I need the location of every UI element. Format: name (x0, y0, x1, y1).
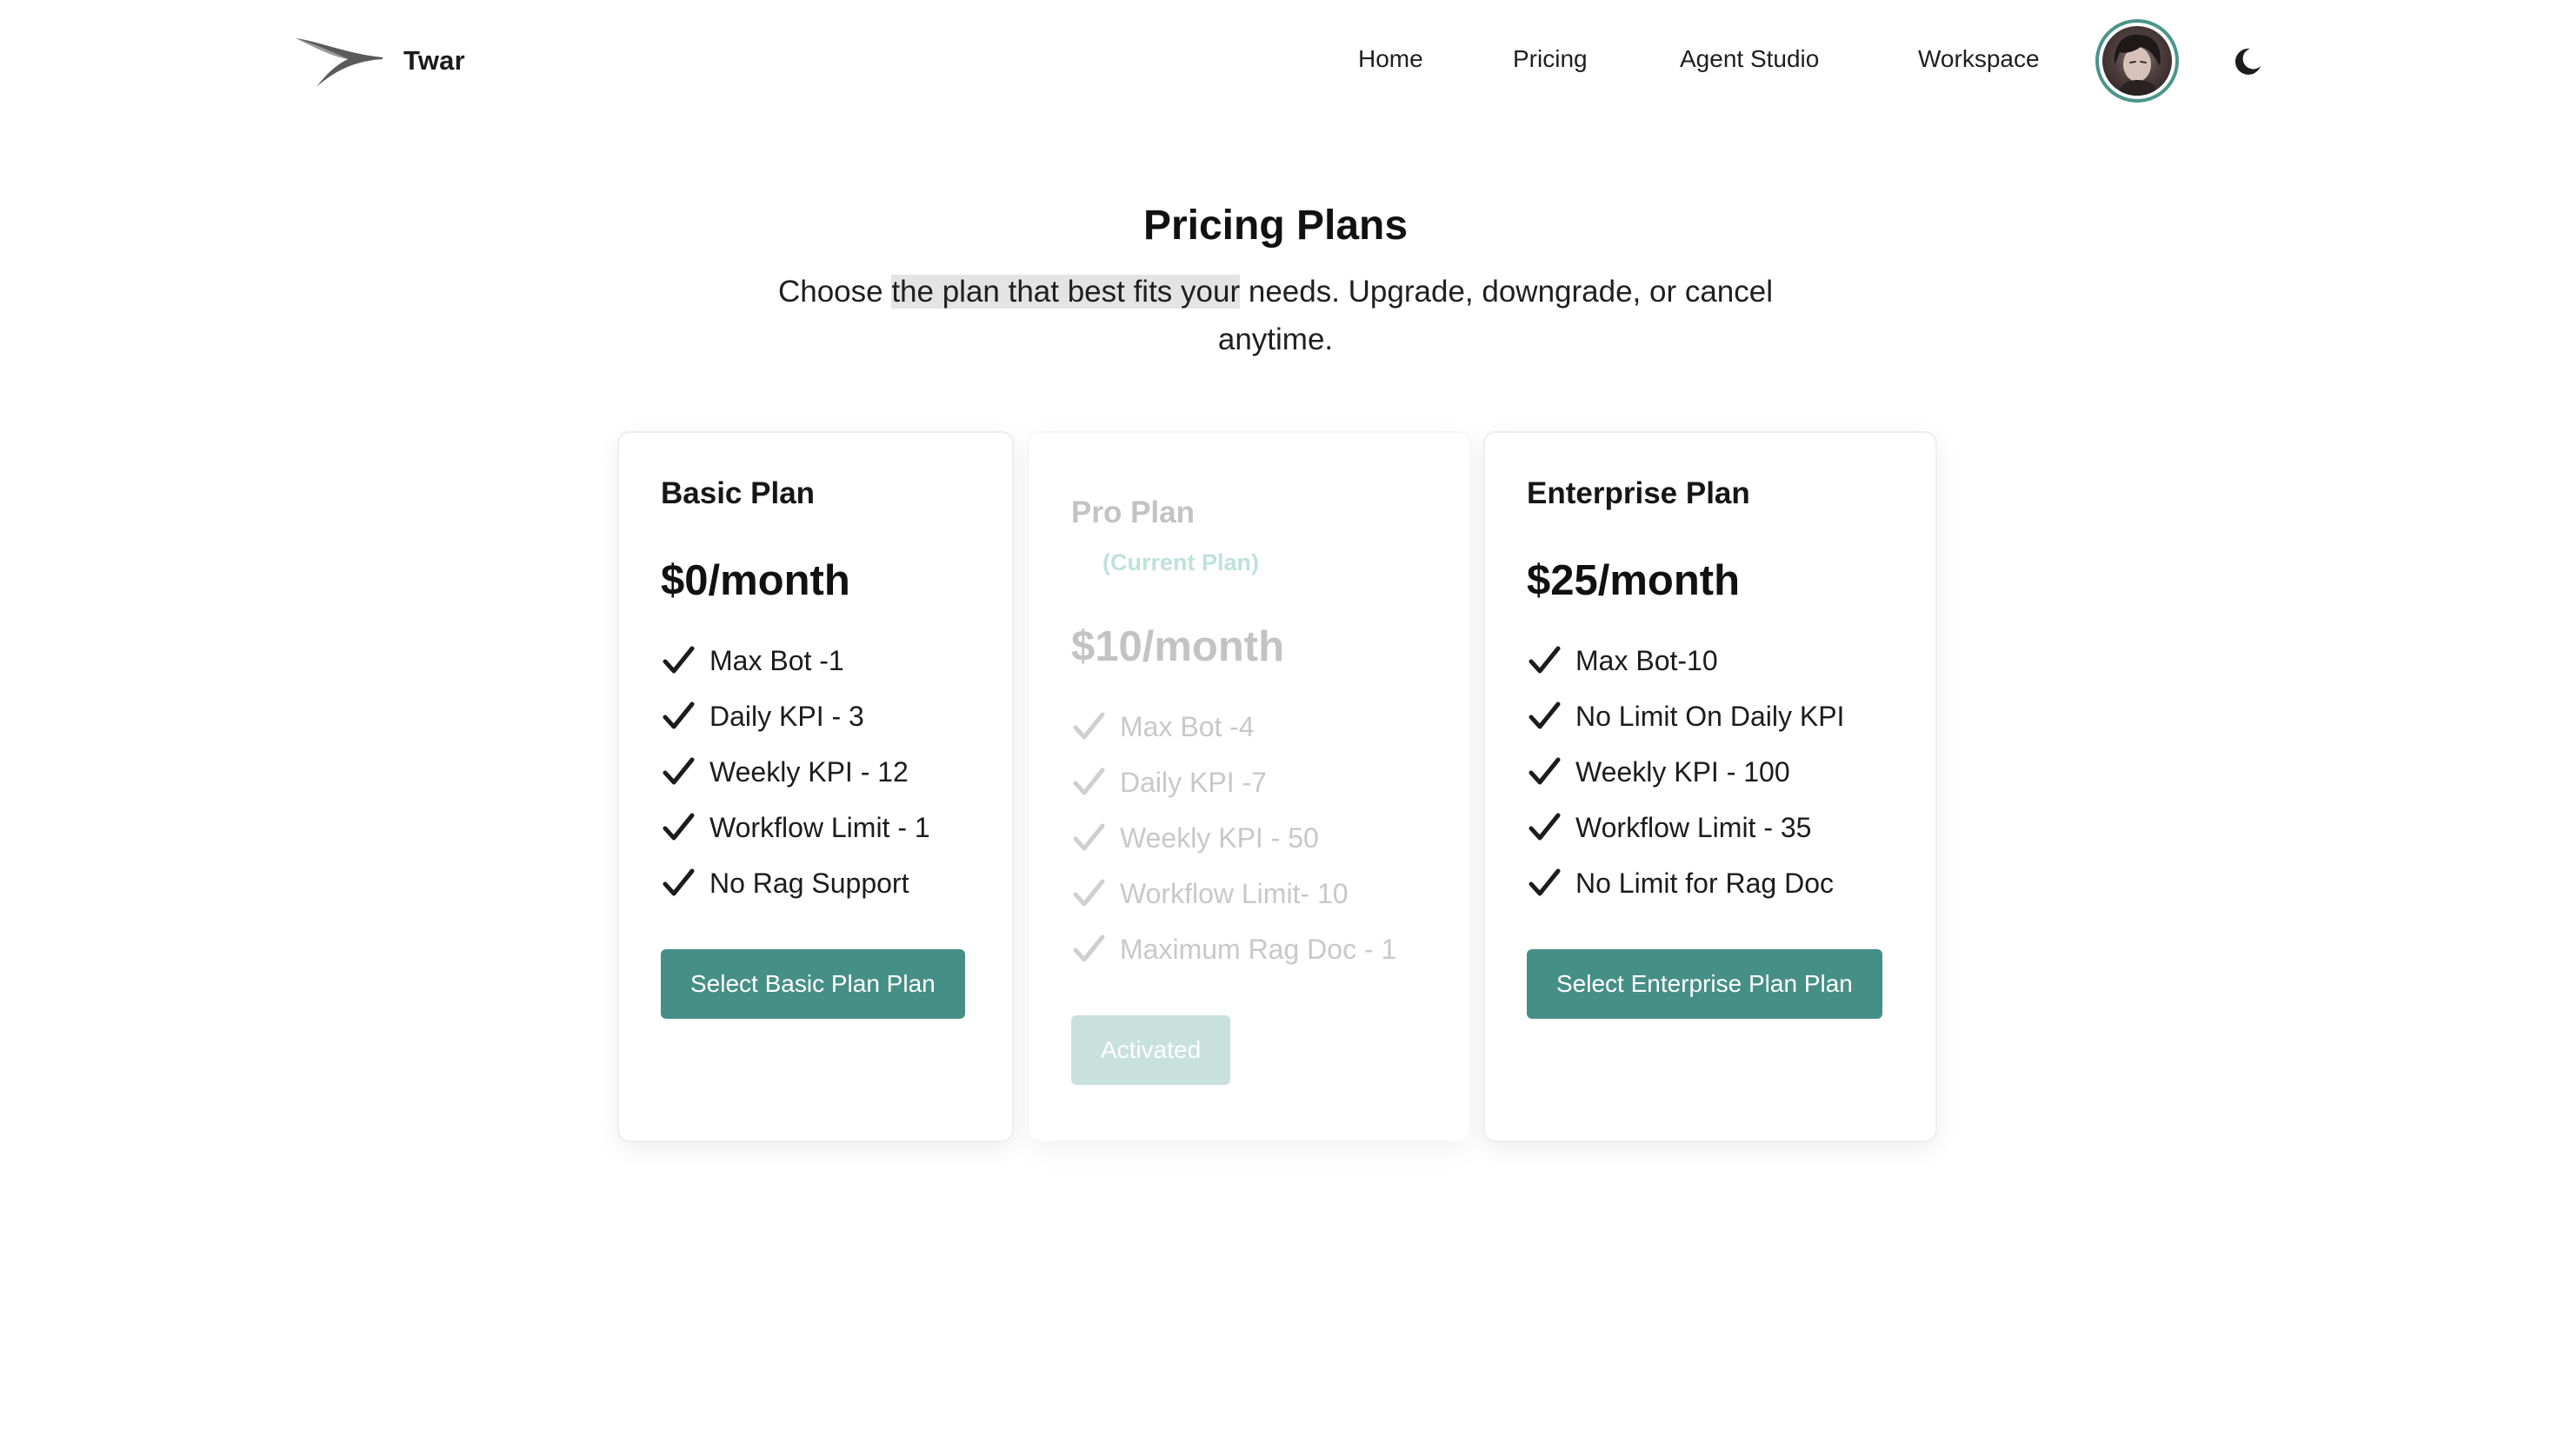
feature-item: Weekly KPI - 50 (1071, 810, 1396, 866)
feature-item: No Limit for Rag Doc (1527, 855, 1844, 911)
checkmark-icon (1071, 932, 1106, 967)
feature-item: Daily KPI - 3 (661, 688, 930, 744)
feature-label: No Limit for Rag Doc (1575, 867, 1834, 899)
brand-name: Twar (403, 45, 465, 76)
feature-label: Max Bot -1 (709, 644, 844, 676)
top-nav-bar: Twar Home Pricing Agent Studio Workspace (0, 0, 2551, 125)
select-enterprise-plan-button[interactable]: Select Enterprise Plan Plan (1527, 949, 1882, 1019)
feature-item: Weekly KPI - 100 (1527, 744, 1844, 800)
feature-item: No Limit On Daily KPI (1527, 688, 1844, 744)
checkmark-icon (1527, 810, 1562, 845)
checkmark-icon (1071, 709, 1106, 744)
checkmark-icon (661, 755, 696, 789)
feature-list: Max Bot -4 Daily KPI -7 Weekly KPI - 50 … (1071, 699, 1396, 977)
feature-label: No Limit On Daily KPI (1575, 700, 1845, 732)
plan-name: Basic Plan (661, 476, 816, 510)
feature-item: No Rag Support (661, 855, 930, 911)
checkmark-icon (1527, 699, 1562, 734)
feature-item: Max Bot-10 (1527, 633, 1844, 688)
user-avatar-button[interactable] (2095, 19, 2179, 103)
nav-agent-studio[interactable]: Agent Studio (1680, 45, 1819, 73)
subtitle-start: Choose (777, 275, 892, 309)
feature-list: Max Bot-10 No Limit On Daily KPI Weekly … (1527, 633, 1844, 911)
feature-item: Weekly KPI - 12 (661, 744, 930, 800)
plan-name: Pro Plan (1071, 495, 1195, 529)
checkmark-icon (1527, 755, 1562, 789)
plan-price: $10/month (1071, 623, 1285, 670)
feature-label: Workflow Limit- 10 (1120, 877, 1349, 909)
feature-label: Workflow Limit - 1 (709, 811, 930, 843)
plan-price: $25/month (1527, 557, 1741, 604)
feature-item: Workflow Limit- 10 (1071, 866, 1396, 921)
plan-card-pro: Pro Plan (Current Plan) $10/month Max Bo… (1028, 431, 1471, 1142)
feature-label: Weekly KPI - 50 (1120, 821, 1319, 854)
subtitle-end: needs. Upgrade, downgrade, or cancel any… (1217, 275, 1774, 356)
checkmark-icon (661, 699, 696, 734)
feature-item: Daily KPI -7 (1071, 755, 1396, 810)
feature-label: Maximum Rag Doc - 1 (1120, 933, 1397, 965)
swoosh-logo-icon (294, 31, 384, 90)
checkmark-icon (661, 643, 696, 678)
select-basic-plan-button[interactable]: Select Basic Plan Plan (661, 949, 965, 1019)
feature-label: Weekly KPI - 12 (709, 755, 909, 788)
feature-label: Daily KPI -7 (1120, 766, 1267, 798)
current-plan-badge: (Current Plan) (1102, 549, 1260, 575)
checkmark-icon (1071, 876, 1106, 911)
feature-label: Max Bot -4 (1120, 710, 1255, 742)
moon-icon (2231, 45, 2264, 78)
checkmark-icon (1527, 866, 1562, 901)
theme-toggle-button[interactable] (2231, 45, 2264, 78)
checkmark-icon (1071, 765, 1106, 800)
feature-item: Workflow Limit - 35 (1527, 800, 1844, 855)
activated-plan-button: Activated (1071, 1015, 1231, 1085)
brand-logo-link[interactable]: Twar (294, 31, 465, 90)
checkmark-icon (1071, 821, 1106, 855)
feature-label: Max Bot-10 (1575, 644, 1718, 676)
checkmark-icon (661, 866, 696, 901)
nav-workspace[interactable]: Workspace (1918, 45, 2040, 73)
feature-label: No Rag Support (709, 867, 909, 899)
feature-item: Max Bot -4 (1071, 699, 1396, 755)
feature-label: Weekly KPI - 100 (1575, 755, 1790, 788)
feature-label: Workflow Limit - 35 (1575, 811, 1812, 843)
feature-list: Max Bot -1 Daily KPI - 3 Weekly KPI - 12… (661, 633, 930, 911)
nav-home[interactable]: Home (1358, 45, 1423, 73)
feature-item: Max Bot -1 (661, 633, 930, 688)
plan-name: Enterprise Plan (1527, 476, 1750, 510)
checkmark-icon (1527, 643, 1562, 678)
feature-item: Workflow Limit - 1 (661, 800, 930, 855)
subtitle-highlight: the plan that best fits your (891, 275, 1241, 309)
page-title: Pricing Plans (1142, 203, 1409, 249)
plan-card-enterprise: Enterprise Plan $25/month Max Bot-10 No … (1483, 431, 1937, 1142)
feature-item: Maximum Rag Doc - 1 (1071, 921, 1396, 977)
page-subtitle: Choose the plan that best fits your need… (749, 268, 1802, 363)
user-avatar (2102, 26, 2172, 96)
plan-card-basic: Basic Plan $0/month Max Bot -1 Daily KPI… (617, 431, 1014, 1142)
plan-price: $0/month (661, 557, 850, 604)
checkmark-icon (661, 810, 696, 845)
nav-pricing[interactable]: Pricing (1513, 45, 1588, 73)
feature-label: Daily KPI - 3 (709, 700, 864, 732)
